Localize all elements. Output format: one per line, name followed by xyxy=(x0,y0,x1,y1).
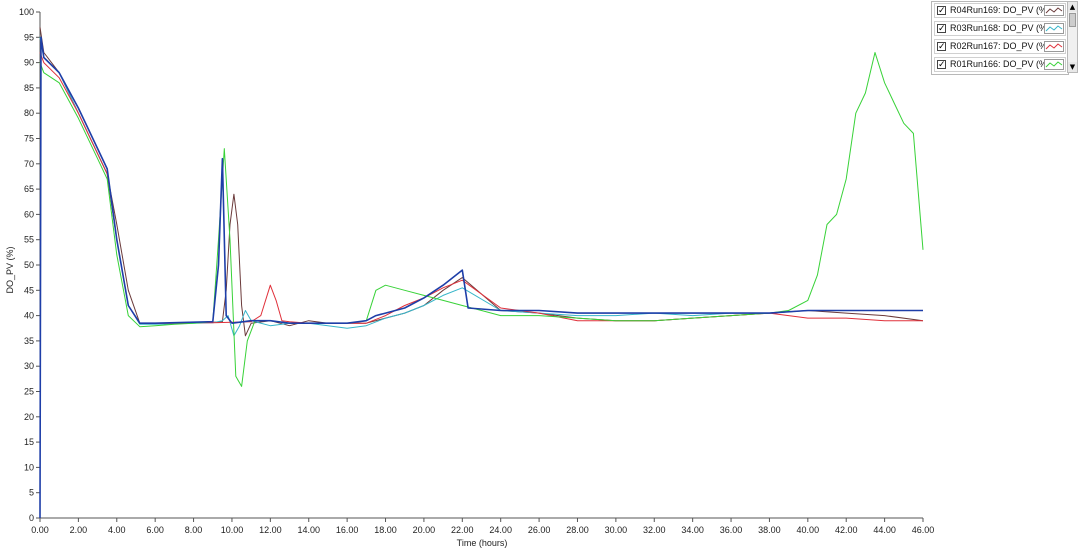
y-tick-label: 25 xyxy=(24,387,34,397)
series-line-3 xyxy=(39,52,923,324)
y-tick-label: 95 xyxy=(24,32,34,42)
y-tick-label: 0 xyxy=(29,513,34,523)
y-tick-label: 75 xyxy=(24,134,34,144)
x-tick-label: 14.00 xyxy=(297,525,320,535)
x-tick-label: 22.00 xyxy=(451,525,474,535)
series-swatch-icon xyxy=(1044,5,1064,16)
y-tick-label: 55 xyxy=(24,235,34,245)
y-tick-label: 50 xyxy=(24,260,34,270)
x-tick-label: 26.00 xyxy=(528,525,551,535)
legend-item-r03[interactable]: ✓ R03Run168: DO_PV (%) xyxy=(934,21,1066,36)
x-tick-label: 12.00 xyxy=(259,525,282,535)
legend-label: R04Run169: DO_PV (%) xyxy=(950,5,1051,15)
legend: ✓ R04Run169: DO_PV (%) ✓ R03Run168: DO_P… xyxy=(931,1,1069,75)
y-tick-label: 70 xyxy=(24,159,34,169)
x-tick-label: 32.00 xyxy=(643,525,666,535)
checkbox-checked-icon[interactable]: ✓ xyxy=(937,6,946,16)
scroll-thumb[interactable] xyxy=(1069,13,1076,27)
y-tick-label: 30 xyxy=(24,361,34,371)
x-tick-label: 36.00 xyxy=(720,525,743,535)
x-tick-label: 34.00 xyxy=(681,525,704,535)
x-tick-label: 42.00 xyxy=(835,525,858,535)
legend-label: R02Run167: DO_PV (%) xyxy=(950,41,1051,51)
y-tick-label: 100 xyxy=(19,7,34,17)
x-axis: 0.00 2.00 4.00 6.00 8.00 10.00 12.00 14.00 16.00… xyxy=(31,517,935,535)
legend-item-r04[interactable]: ✓ R04Run169: DO_PV (%) xyxy=(934,3,1066,18)
x-tick-label: 0.00 xyxy=(31,525,49,535)
legend-label: R01Run166: DO_PV (%) xyxy=(950,59,1051,69)
y-tick-label: 5 xyxy=(29,488,34,498)
series-swatch-icon xyxy=(1044,41,1064,52)
x-axis-title: Time (hours) xyxy=(457,538,508,548)
x-tick-label: 18.00 xyxy=(374,525,397,535)
x-tick-label: 20.00 xyxy=(413,525,436,535)
x-tick-label: 28.00 xyxy=(566,525,589,535)
x-tick-label: 16.00 xyxy=(336,525,359,535)
y-axis: 0 5 10 15 20 25 30 35 40 45 50 55 60 65 70 75 80 85 90 95 10… xyxy=(19,7,41,523)
scroll-down-arrow-icon[interactable]: ▼ xyxy=(1068,62,1077,72)
line-chart: 0 5 10 15 20 25 30 35 40 45 50 55 60 65 70 75 80 85 90 95 10… xyxy=(5,7,935,548)
y-tick-label: 45 xyxy=(24,285,34,295)
x-tick-label: 2.00 xyxy=(70,525,88,535)
checkbox-checked-icon[interactable]: ✓ xyxy=(937,24,946,34)
scroll-up-arrow-icon[interactable]: ▲ xyxy=(1068,2,1077,12)
x-tick-label: 40.00 xyxy=(797,525,820,535)
y-tick-label: 35 xyxy=(24,336,34,346)
series-line-5 xyxy=(39,36,923,519)
legend-label: R03Run168: DO_PV (%) xyxy=(950,23,1051,33)
checkbox-checked-icon[interactable]: ✓ xyxy=(937,60,946,70)
x-tick-label: 30.00 xyxy=(605,525,628,535)
y-tick-label: 10 xyxy=(24,462,34,472)
x-tick-label: 46.00 xyxy=(912,525,935,535)
y-tick-label: 90 xyxy=(24,58,34,68)
legend-item-r01[interactable]: ✓ R01Run166: DO_PV (%) xyxy=(934,57,1066,72)
series-line-1 xyxy=(39,27,924,337)
x-tick-label: 4.00 xyxy=(108,525,126,535)
y-axis-title: DO_PV (%) xyxy=(5,246,15,293)
y-tick-label: 80 xyxy=(24,108,34,118)
x-tick-label: 24.00 xyxy=(489,525,512,535)
y-tick-label: 40 xyxy=(24,311,34,321)
series-line-4 xyxy=(39,52,924,387)
series-swatch-icon xyxy=(1044,23,1064,34)
y-tick-label: 60 xyxy=(24,209,34,219)
x-tick-label: 8.00 xyxy=(185,525,203,535)
checkbox-checked-icon[interactable]: ✓ xyxy=(937,42,946,52)
series-swatch-icon xyxy=(1044,59,1064,70)
y-tick-label: 20 xyxy=(24,412,34,422)
series-line-2 xyxy=(39,37,923,337)
x-tick-label: 10.00 xyxy=(221,525,244,535)
x-tick-label: 6.00 xyxy=(146,525,164,535)
x-tick-label: 38.00 xyxy=(758,525,781,535)
y-tick-label: 65 xyxy=(24,184,34,194)
y-tick-label: 85 xyxy=(24,83,34,93)
legend-item-r02[interactable]: ✓ R02Run167: DO_PV (%) xyxy=(934,39,1066,54)
plot-area xyxy=(39,27,924,519)
legend-scrollbar[interactable]: ▲ ▼ xyxy=(1067,1,1078,73)
x-tick-label: 44.00 xyxy=(873,525,896,535)
y-tick-label: 15 xyxy=(24,437,34,447)
